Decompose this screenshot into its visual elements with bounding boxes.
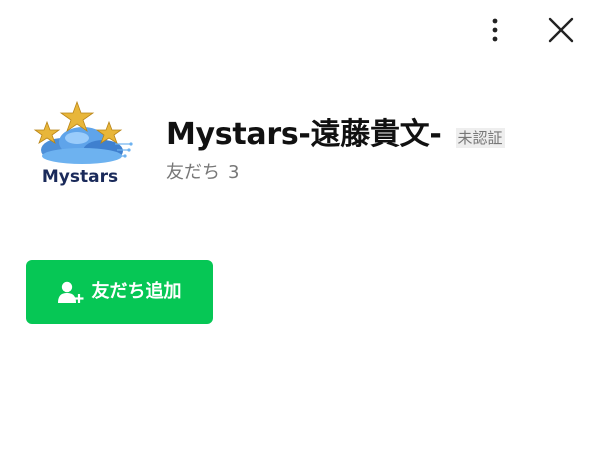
friends-count-row: 友だち 3	[166, 160, 239, 186]
vertical-dots-icon	[492, 18, 498, 42]
add-person-icon	[57, 280, 84, 304]
account-profile-page: Mystars Mystars-遠藤貴文- 未認証 友だち 3 友だち追加	[0, 0, 600, 451]
friends-label: 友だち	[166, 162, 220, 183]
account-name: Mystars-遠藤貴文-	[166, 117, 442, 152]
close-icon	[548, 17, 574, 43]
logo-wordmark: Mystars	[42, 167, 118, 187]
add-friend-label: 友だち追加	[91, 281, 182, 302]
close-button[interactable]	[543, 12, 579, 48]
name-row: Mystars-遠藤貴文- 未認証	[166, 113, 505, 157]
friends-count: 3	[228, 162, 240, 183]
mystars-logo: Mystars	[33, 100, 133, 187]
more-options-button[interactable]	[480, 12, 510, 48]
verification-badge: 未認証	[455, 128, 505, 148]
avatar[interactable]: Mystars	[25, 98, 135, 190]
add-friend-button[interactable]: 友だち追加	[26, 260, 213, 324]
